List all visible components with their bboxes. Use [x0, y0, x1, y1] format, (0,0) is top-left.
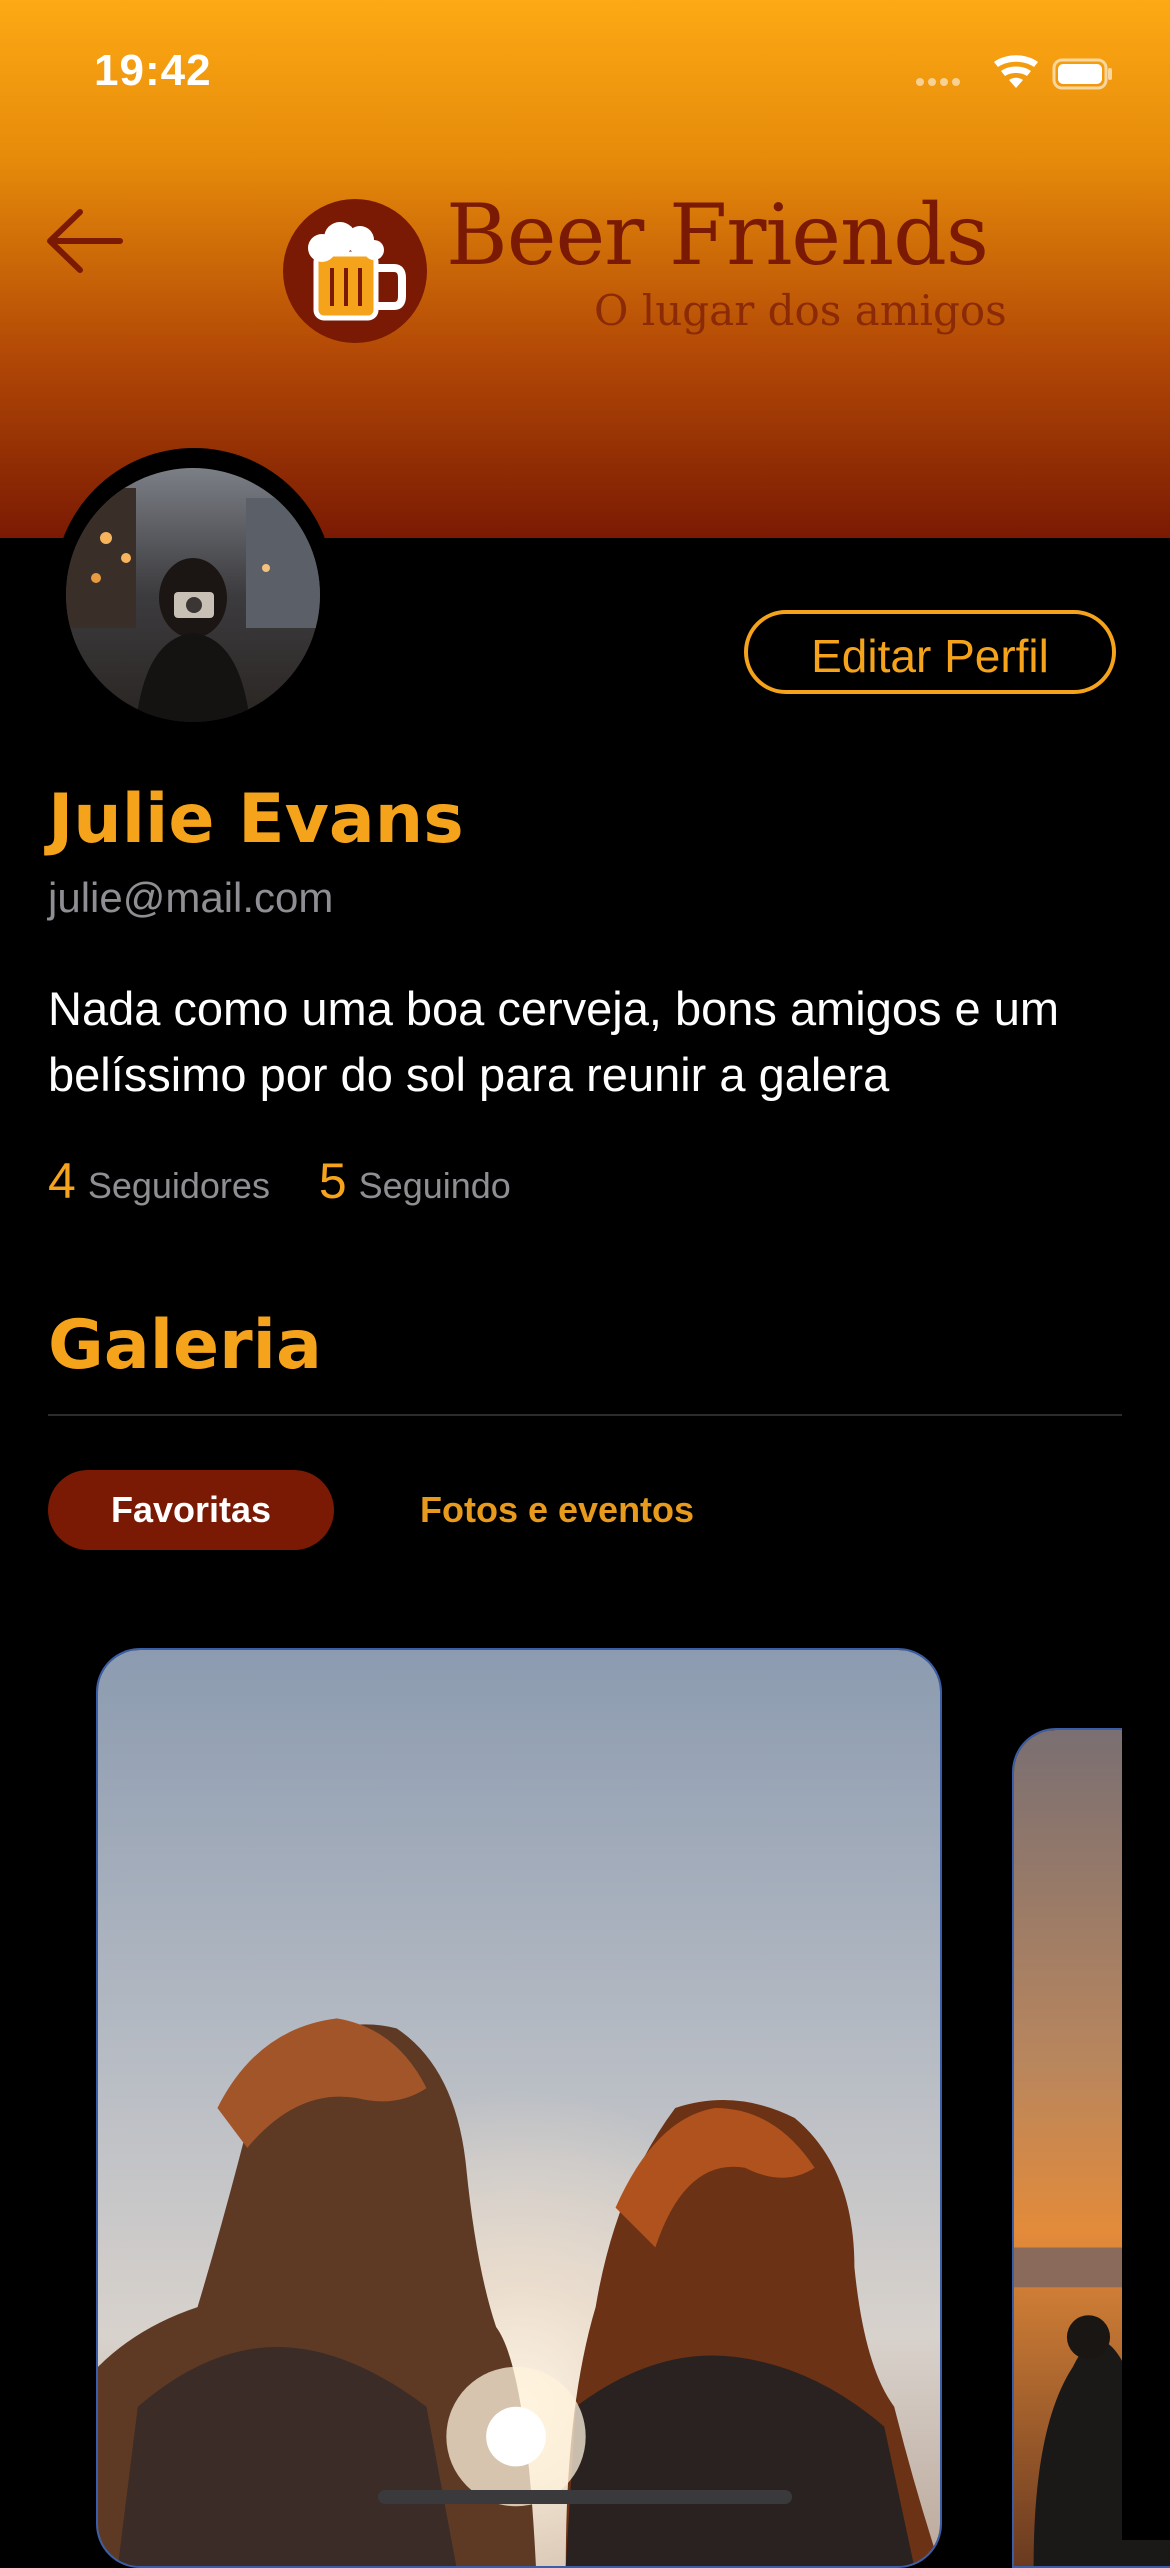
following-stat[interactable]: 5 Seguindo [319, 1153, 511, 1209]
wifi-icon [994, 55, 1038, 88]
tab-fotos-e-eventos[interactable]: Fotos e eventos [420, 1470, 694, 1550]
followers-label: Seguidores [87, 1165, 270, 1206]
divider [48, 1414, 1122, 1416]
edit-profile-label: Editar Perfil [811, 630, 1049, 682]
edit-profile-button[interactable]: Editar Perfil [744, 610, 1116, 694]
cellular-signal-icon [916, 78, 960, 86]
avatar[interactable] [66, 468, 320, 722]
home-indicator [378, 2490, 792, 2504]
following-label: Seguindo [358, 1165, 511, 1206]
beer-mug-icon [283, 199, 427, 343]
profile-email: julie@mail.com [48, 874, 334, 921]
following-count: 5 [318, 1153, 347, 1209]
status-bar-icons [916, 55, 1112, 90]
brand-name: Beer Friends [446, 186, 989, 284]
gallery-card-favorite[interactable] [96, 1648, 942, 2568]
brand-tagline: O lugar dos amigos [594, 286, 1007, 335]
followers-stat[interactable]: 4 Seguidores [48, 1153, 274, 1209]
status-bar-time: 19:42 [94, 46, 212, 95]
gallery-title: Galeria [48, 1306, 322, 1385]
battery-icon [1052, 58, 1112, 90]
followers-count: 4 [48, 1153, 76, 1209]
profile-bio: Nada como uma boa cerveja, bons amigos e… [48, 982, 1060, 1101]
screen-edge-mask [1122, 1640, 1170, 2540]
arrow-left-icon[interactable] [40, 196, 130, 286]
follow-stats: 4 Seguidores 5 Seguindo [48, 1152, 511, 1210]
tab-favoritas[interactable]: Favoritas [48, 1470, 334, 1550]
profile-name: Julie Evans [48, 780, 464, 859]
